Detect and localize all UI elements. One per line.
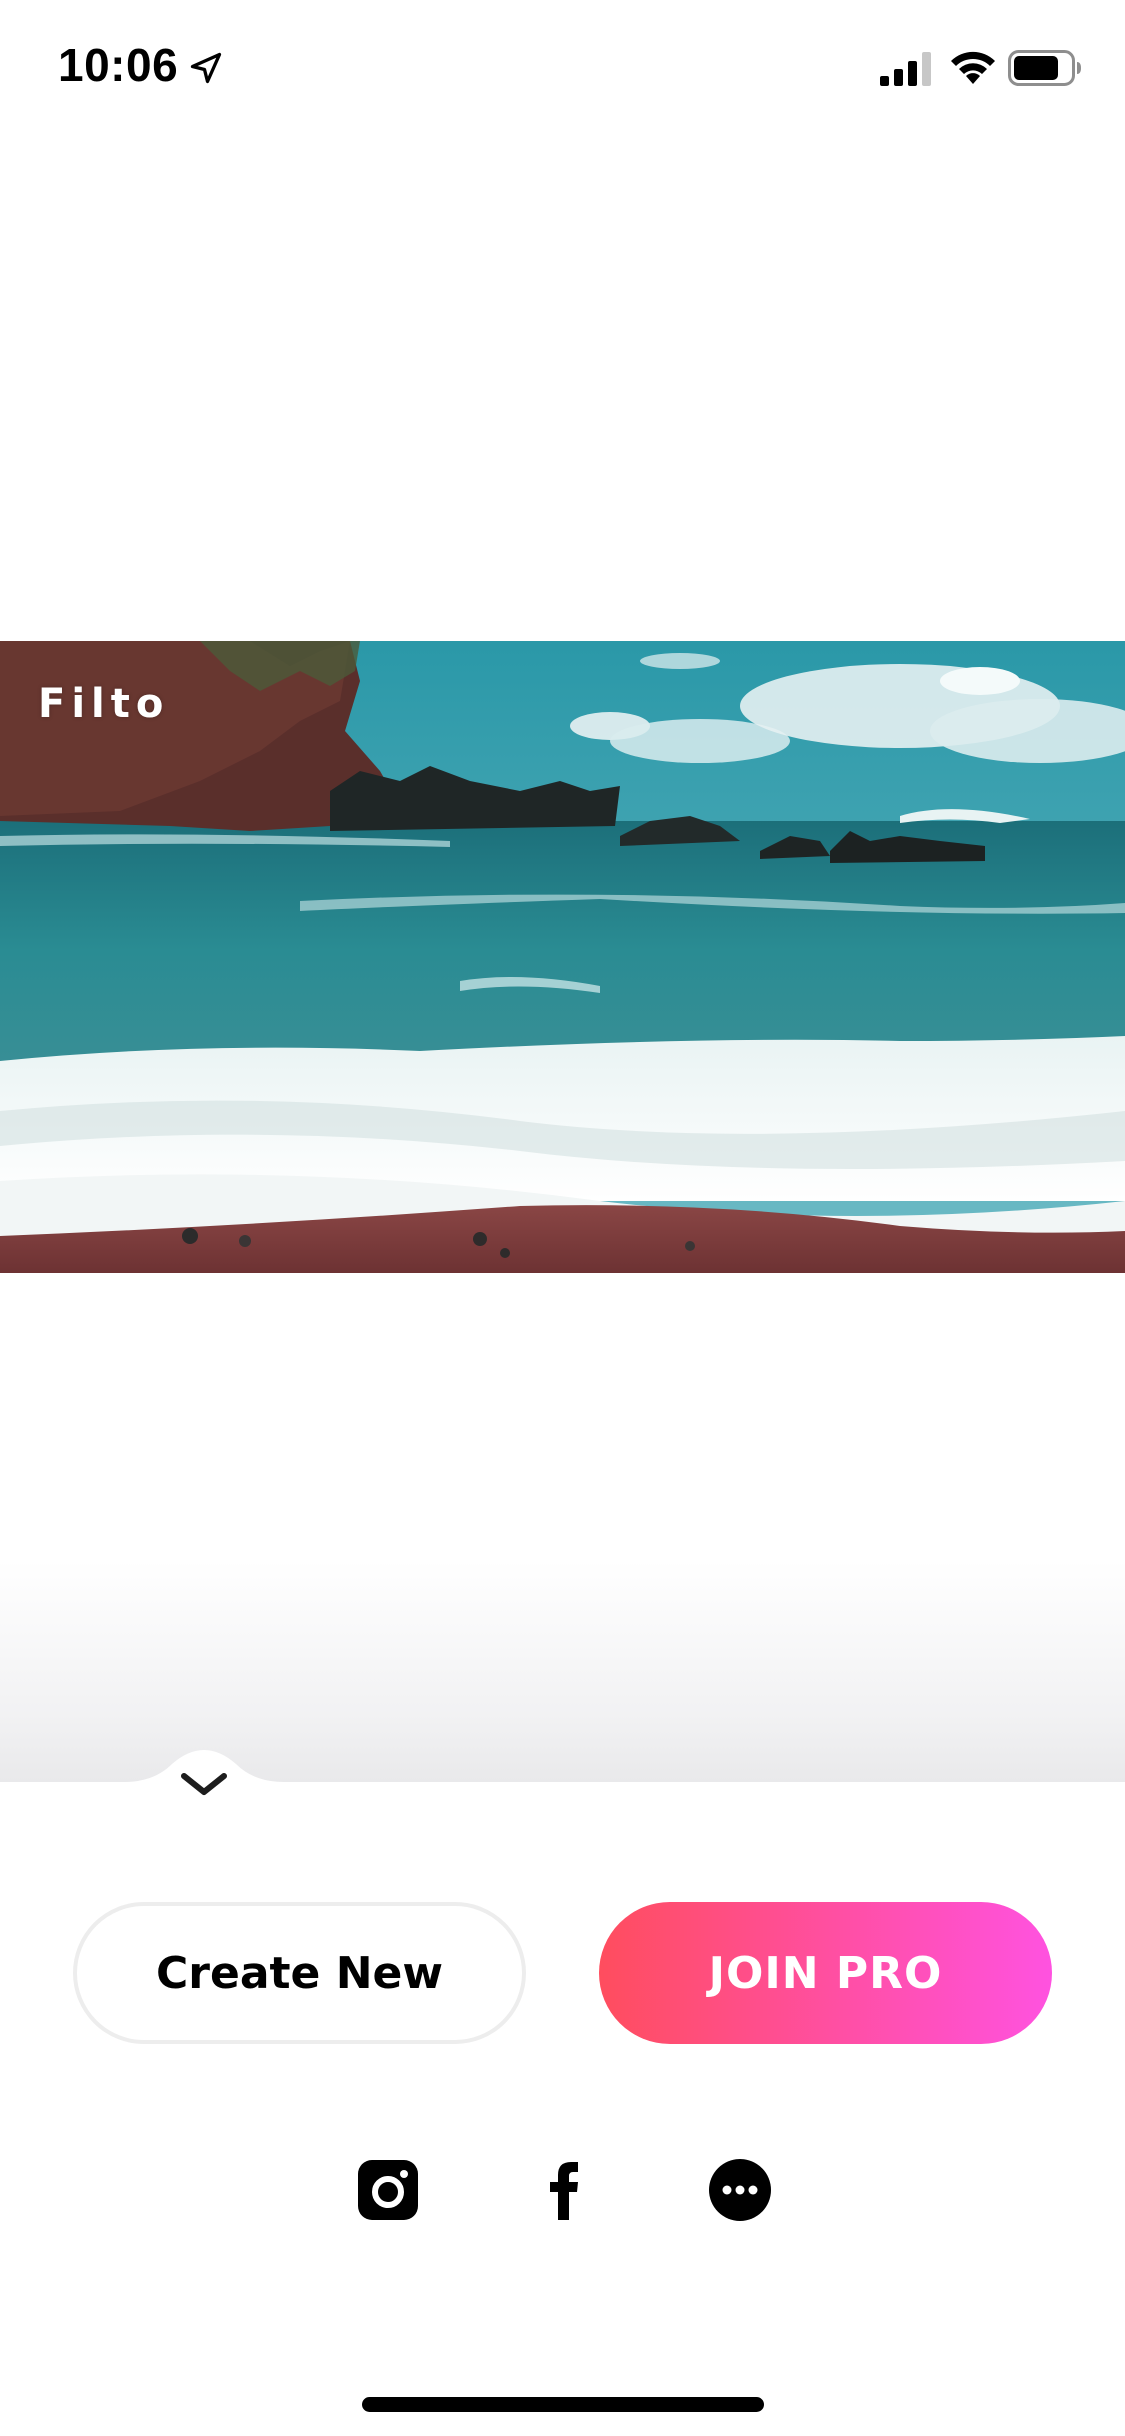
bottom-sheet [0,1782,1125,2436]
facebook-icon [550,2162,578,2220]
wifi-icon [951,51,995,84]
cellular-signal-icon [880,52,931,86]
location-arrow-icon [190,52,222,84]
more-icon [709,2159,771,2221]
instagram-icon [358,2160,418,2220]
beach-waves-photo [0,641,1125,1273]
collapse-sheet-button[interactable] [124,1746,284,1806]
facebook-share-button[interactable] [532,2158,596,2222]
battery-icon [1008,50,1081,86]
create-new-button[interactable]: Create New [73,1902,526,2044]
home-indicator[interactable] [362,2397,764,2412]
join-pro-button[interactable]: JOIN PRO [599,1902,1052,2044]
instagram-share-button[interactable] [356,2158,420,2222]
status-bar: 10:06 [0,0,1125,135]
status-time: 10:06 [58,39,179,91]
more-share-button[interactable] [708,2158,772,2222]
watermark-text: Filto [38,681,170,727]
video-preview[interactable]: Filto [0,641,1125,1273]
chevron-down-icon [124,1750,284,1806]
